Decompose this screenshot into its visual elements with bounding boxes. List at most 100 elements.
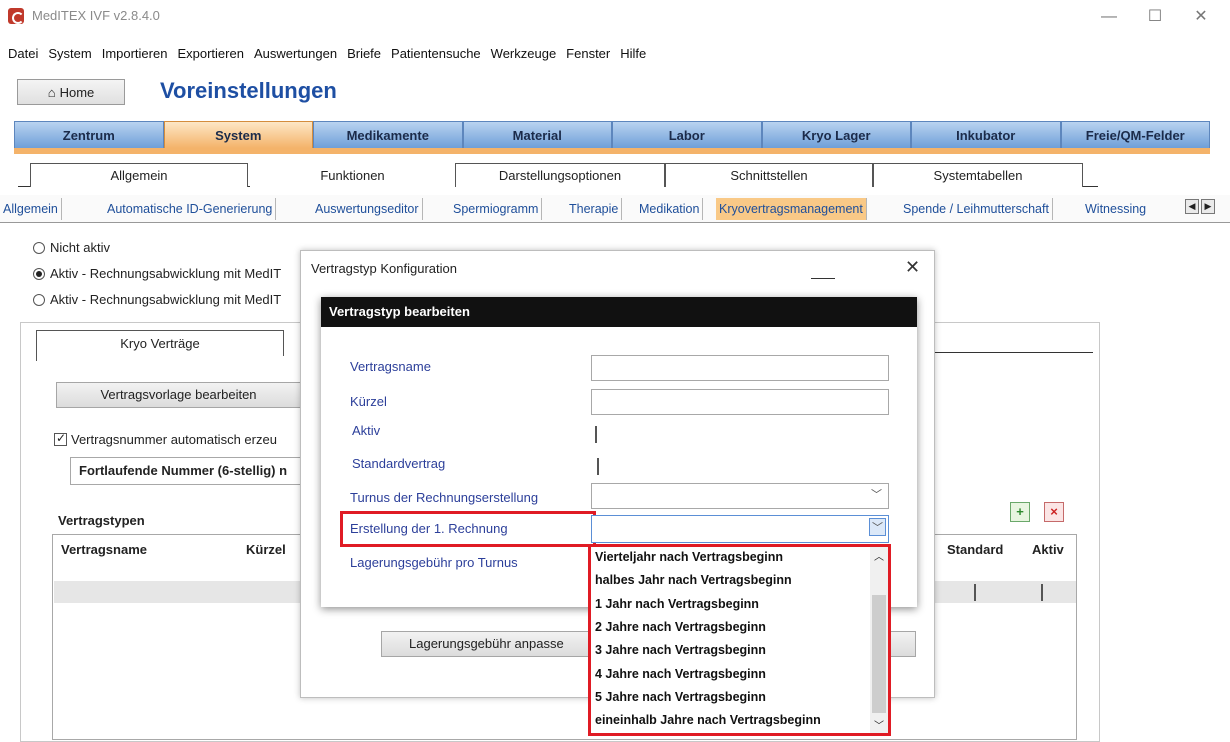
tab-system[interactable]: System — [163, 121, 313, 148]
menu-fenster[interactable]: Fenster — [561, 46, 615, 61]
label-aktiv: Aktiv — [352, 423, 381, 438]
menu-hilfe[interactable]: Hilfe — [615, 46, 651, 61]
radio-label: Aktiv - Rechnungsabwicklung mit MedIT — [50, 292, 282, 307]
radio-aktiv-1[interactable]: Aktiv - Rechnungsabwicklung mit MedIT — [33, 266, 281, 281]
aktiv-checkbox[interactable] — [595, 426, 597, 443]
menu-briefe[interactable]: Briefe — [342, 46, 386, 61]
vertragsname-input[interactable] — [591, 355, 889, 381]
delete-icon[interactable]: × — [1044, 502, 1064, 522]
window-title: MedITEX IVF v2.8.4.0 — [32, 8, 160, 23]
row-aktiv-checkbox[interactable] — [1041, 584, 1043, 601]
tabs-scroll-left-icon[interactable]: ◀ — [1185, 199, 1199, 214]
radio-circle[interactable] — [33, 293, 45, 306]
menu-werkzeuge[interactable]: Werkzeuge — [486, 46, 562, 61]
adjust-fee-button[interactable]: Lagerungsgebühr anpasse — [381, 631, 621, 657]
col-kuerzel[interactable]: Kürzel — [246, 542, 286, 557]
col-vertragsname[interactable]: Vertragsname — [61, 542, 147, 557]
label-turnus: Turnus der Rechnungserstellung — [350, 490, 539, 505]
auto-number-checkbox[interactable] — [54, 431, 67, 446]
ftab-medikation[interactable]: Medikation — [636, 198, 704, 220]
ftab-auswertungseditor[interactable]: Auswertungseditor — [312, 198, 423, 220]
tab-freie-qm-felder[interactable]: Freie/QM-Felder — [1060, 121, 1210, 148]
ftab-allgemein[interactable]: Allgemein — [0, 198, 62, 220]
ftab-witnessing[interactable]: Witnessing — [1082, 198, 1149, 220]
first-invoice-options-list: Vierteljahr nach Vertragsbeginn halbes J… — [588, 544, 891, 736]
subtab-systemtabellen[interactable]: Systemtabellen — [873, 163, 1083, 187]
auto-number-label: Vertragsnummer automatisch erzeu — [71, 432, 277, 447]
scrollbar-thumb[interactable] — [872, 595, 886, 713]
subtab-darstellungsoptionen[interactable]: Darstellungsoptionen — [455, 163, 665, 187]
minimize-button[interactable]: — — [1086, 2, 1132, 32]
option-halbes-jahr[interactable]: halbes Jahr nach Vertragsbeginn — [595, 573, 792, 587]
option-1-jahr[interactable]: 1 Jahr nach Vertragsbeginn — [595, 597, 759, 611]
subtab-funktionen[interactable]: Funktionen — [250, 163, 455, 187]
menu-datei[interactable]: Datei — [3, 46, 43, 61]
ftab-spende[interactable]: Spende / Leihmutterschaft — [900, 198, 1053, 220]
menu-importieren[interactable]: Importieren — [97, 46, 173, 61]
tabs-scroll-right-icon[interactable]: ▶ — [1201, 199, 1215, 214]
menu-bar: Datei System Importieren Exportieren Aus… — [0, 36, 1230, 70]
option-5-jahre[interactable]: 5 Jahre nach Vertragsbeginn — [595, 690, 766, 704]
ftab-therapie[interactable]: Therapie — [566, 198, 623, 220]
subtab-schnittstellen[interactable]: Schnittstellen — [665, 163, 873, 187]
close-window-button[interactable]: ✕ — [1178, 2, 1224, 32]
tab-medikamente[interactable]: Medikamente — [313, 121, 463, 148]
menu-system[interactable]: System — [43, 46, 96, 61]
scroll-down-icon[interactable]: ﹀ — [874, 717, 884, 732]
main-tab-bar: Zentrum System Medikamente Material Labo… — [14, 121, 1210, 154]
label-kuerzel: Kürzel — [350, 394, 387, 409]
kuerzel-input[interactable] — [591, 389, 889, 415]
ftab-kryovertragsmanagement[interactable]: Kryovertragsmanagement — [716, 198, 867, 220]
tab-zentrum[interactable]: Zentrum — [14, 121, 164, 148]
turnus-select[interactable]: ﹀ — [591, 483, 889, 509]
radio-circle[interactable] — [33, 241, 45, 254]
sub-tab-bar: Allgemein Funktionen Darstellungsoptione… — [18, 163, 1098, 187]
subtab-allgemein[interactable]: Allgemein — [30, 163, 248, 187]
edit-template-button[interactable]: Vertragsvorlage bearbeiten — [56, 382, 301, 408]
first-invoice-select[interactable]: ﹀ — [591, 515, 889, 543]
add-icon[interactable]: + — [1010, 502, 1030, 522]
option-vierteljahr[interactable]: Vierteljahr nach Vertragsbeginn — [595, 550, 783, 564]
tab-inkubator[interactable]: Inkubator — [911, 121, 1061, 148]
title-bar: MedITEX IVF v2.8.4.0 — ☐ ✕ — [0, 0, 1230, 36]
scroll-up-icon[interactable]: ︿ — [874, 548, 884, 563]
label-standardvertrag: Standardvertrag — [352, 456, 446, 471]
number-format-select[interactable]: Fortlaufende Nummer (6-stellig) n — [70, 457, 302, 485]
dialog-close-button[interactable]: ✕ — [905, 257, 920, 278]
menu-exportieren[interactable]: Exportieren — [172, 46, 248, 61]
page-title: Voreinstellungen — [160, 78, 337, 103]
radio-circle-checked[interactable] — [33, 267, 45, 280]
col-aktiv[interactable]: Aktiv — [1032, 542, 1064, 557]
option-2-jahre[interactable]: 2 Jahre nach Vertragsbeginn — [595, 620, 766, 634]
col-standard[interactable]: Standard — [947, 542, 1003, 557]
menu-auswertungen[interactable]: Auswertungen — [249, 46, 342, 61]
dialog-minimize-icon[interactable] — [811, 278, 835, 279]
contract-types-heading: Vertragstypen — [58, 513, 145, 528]
ftab-automatische-id[interactable]: Automatische ID-Generierung — [104, 198, 277, 220]
radio-label: Aktiv - Rechnungsabwicklung mit MedIT — [50, 266, 282, 281]
tab-material[interactable]: Material — [462, 121, 612, 148]
option-eineinhalb-jahre[interactable]: eineinhalb Jahre nach Vertragsbeginn — [595, 713, 821, 727]
list-scrollbar[interactable]: ︿ ﹀ — [870, 547, 888, 733]
ftab-spermiogramm[interactable]: Spermiogramm — [450, 198, 543, 220]
tab-labor[interactable]: Labor — [612, 121, 762, 148]
radio-nicht-aktiv[interactable]: Nicht aktiv — [33, 240, 110, 255]
option-3-jahre[interactable]: 3 Jahre nach Vertragsbeginn — [595, 643, 766, 657]
tab-kryo-vertraege[interactable]: Kryo Verträge — [36, 330, 284, 356]
dialog-title: Vertragstyp Konfiguration — [311, 261, 457, 276]
tab-kryo-lager[interactable]: Kryo Lager — [761, 121, 911, 148]
chevron-down-icon: ﹀ — [871, 489, 882, 501]
chevron-down-icon[interactable]: ﹀ — [869, 518, 886, 536]
standard-checkbox[interactable] — [597, 458, 599, 475]
tab-divider — [935, 352, 1093, 353]
label-vertragsname: Vertragsname — [350, 359, 431, 374]
menu-patientensuche[interactable]: Patientensuche — [386, 46, 486, 61]
radio-aktiv-2[interactable]: Aktiv - Rechnungsabwicklung mit MedIT — [33, 292, 281, 307]
option-4-jahre[interactable]: 4 Jahre nach Vertragsbeginn — [595, 667, 766, 681]
home-label: Home — [59, 84, 95, 100]
row-standard-checkbox[interactable] — [974, 584, 976, 601]
home-button[interactable]: ⌂ Home — [17, 79, 125, 105]
label-fee: Lagerungsgebühr pro Turnus — [350, 555, 518, 570]
auto-number-row: Vertragsnummer automatisch erzeu — [54, 431, 277, 447]
maximize-button[interactable]: ☐ — [1132, 2, 1178, 32]
